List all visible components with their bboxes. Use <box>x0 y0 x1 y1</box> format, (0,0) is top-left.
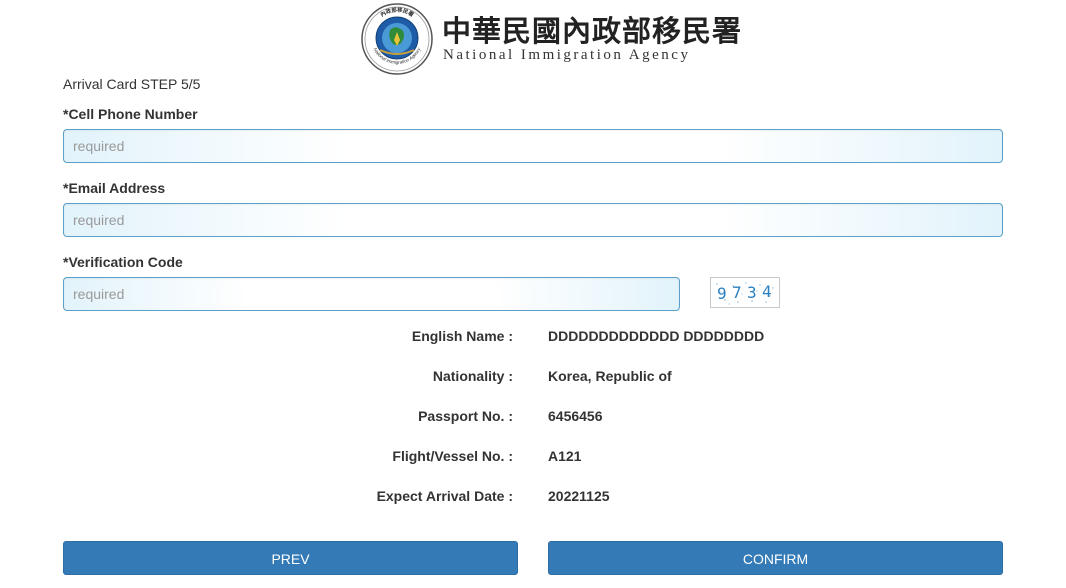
verification-label: *Verification Code <box>63 254 183 270</box>
email-label: *Email Address <box>63 180 166 196</box>
arrival-date-label: Expect Arrival Date : <box>376 488 513 504</box>
arrival-card-page: 內政部移民署 National Immigration Agency 中華民國內… <box>0 0 1066 588</box>
nationality-value: Korea, Republic of <box>548 368 672 384</box>
english-name-value: DDDDDDDDDDDDD DDDDDDDD <box>548 328 765 344</box>
english-name-label: English Name : <box>411 328 513 344</box>
phone-label: *Cell Phone Number <box>63 106 198 122</box>
agency-name-en: National Immigration Agency <box>443 47 691 63</box>
prev-button[interactable]: PREV <box>63 541 518 575</box>
agency-name-zh: 中華民國內政部移民署 <box>442 14 743 48</box>
passport-value: 6456456 <box>548 408 603 424</box>
captcha-image[interactable]: 9 7 3 4 <box>710 277 780 308</box>
nationality-label: Nationality : <box>432 368 513 384</box>
captcha-digit: 9 <box>717 284 727 303</box>
confirm-button[interactable]: CONFIRM <box>548 541 1003 575</box>
agency-logo: 內政部移民署 National Immigration Agency <box>361 3 433 75</box>
captcha-digit: 4 <box>762 282 772 301</box>
captcha-digits: 9 7 3 4 <box>716 282 774 305</box>
flight-value: A121 <box>548 448 582 464</box>
step-title: Arrival Card STEP 5/5 <box>63 76 201 92</box>
flight-label: Flight/Vessel No. : <box>392 448 513 464</box>
captcha-digit: 3 <box>747 283 757 302</box>
captcha-digit: 7 <box>732 283 742 302</box>
phone-input[interactable] <box>63 129 1003 163</box>
verification-input[interactable] <box>63 277 680 311</box>
passport-label: Passport No. : <box>418 408 513 424</box>
email-input[interactable] <box>63 203 1003 237</box>
agency-header: 內政部移民署 National Immigration Agency 中華民國內… <box>360 2 741 76</box>
arrival-date-value: 20221125 <box>548 488 610 504</box>
